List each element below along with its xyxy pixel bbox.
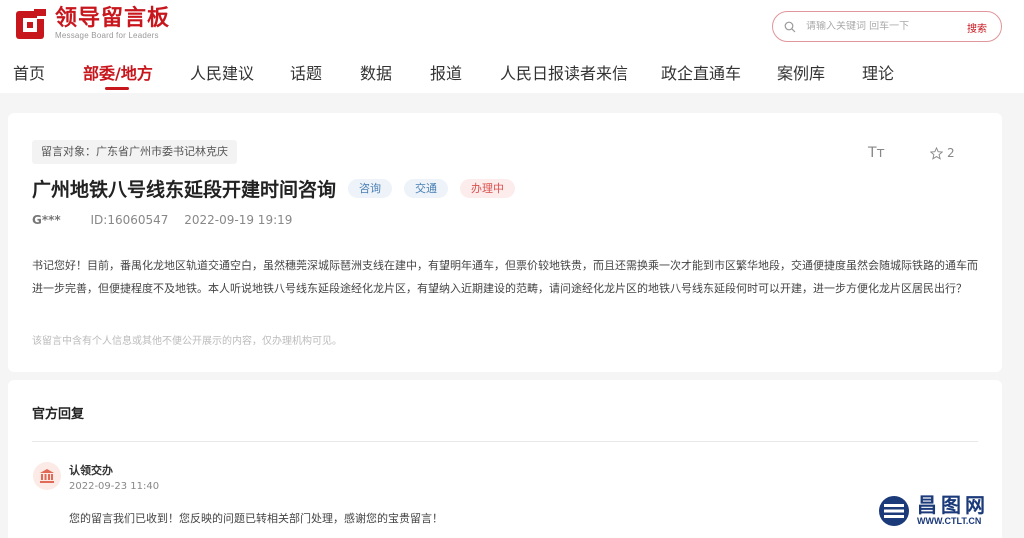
reply-text: 您的留言我们已收到！您反映的问题已转相关部门处理，感谢您的宝贵留言！ (69, 512, 443, 525)
reply-card: 官方回复 认领交办 2022-09-23 11:40 您的留言我们已收到！您反映… (8, 380, 1002, 538)
watermark-url: WWW.CTLT.CN (917, 516, 982, 526)
nav-item-theory[interactable]: 理论 (862, 60, 894, 84)
message-target: 留言对象：广东省广州市委书记林克庆 (32, 140, 237, 164)
watermark-name: 昌图网 (917, 493, 989, 517)
nav-item-enterprise-express[interactable]: 政企直通车 (661, 60, 741, 84)
government-building-icon (40, 469, 54, 483)
privacy-notice: 该留言中含有个人信息或其他不便公开展示的内容，仅办理机构可见。 (32, 336, 342, 347)
logo-subtitle: Message Board for Leaders (55, 31, 159, 40)
logo-mark-icon (16, 9, 46, 39)
nav-item-reports[interactable]: 报道 (430, 60, 462, 84)
title-row: 广州地铁八号线东延段开建时间咨询 咨询 交通 办理中 (32, 175, 516, 202)
nav-item-case-library[interactable]: 案例库 (777, 60, 825, 84)
search-input[interactable] (806, 21, 946, 32)
divider (32, 441, 978, 442)
tag-consult: 咨询 (348, 179, 393, 198)
message-body: 书记您好！目前，番禺化龙地区轨道交通空白，虽然穗莞深城际琶洲支线在建中，有望明年… (32, 259, 978, 295)
star-icon (930, 146, 943, 160)
search-icon (784, 21, 796, 32)
top-header: 领导留言板 Message Board for Leaders 搜索 首页 部委… (0, 0, 1024, 93)
nav-item-ministries-local[interactable]: 部委/地方 (83, 60, 153, 84)
site-logo[interactable]: 领导留言板 Message Board for Leaders (14, 7, 170, 41)
font-size-icon[interactable]: Tт (868, 145, 885, 161)
watermark-logo-icon (879, 495, 909, 526)
avatar (33, 462, 61, 490)
reply-datetime: 2022-09-23 11:40 (69, 481, 160, 492)
logo-title: 领导留言板 (55, 6, 171, 31)
nav-item-data[interactable]: 数据 (360, 60, 392, 84)
watermark: 昌图网 WWW.CTLT.CN (878, 494, 989, 527)
favorite-count: 2 (947, 146, 955, 160)
message-author: G*** (32, 213, 61, 227)
nav-item-topics[interactable]: 话题 (290, 60, 322, 84)
nav-item-people-suggestions[interactable]: 人民建议 (190, 60, 254, 84)
status-badge: 办理中 (460, 179, 516, 198)
message-meta: G*** ID:16060547 2022-09-19 19:19 (32, 213, 304, 227)
message-title: 广州地铁八号线东延段开建时间咨询 (32, 179, 337, 201)
nav-item-readers-letters[interactable]: 人民日报读者来信 (500, 60, 628, 84)
search-box: 搜索 (772, 11, 1002, 42)
favorite-button[interactable]: 2 (930, 146, 955, 160)
nav-active-underline (105, 87, 129, 90)
message-id: ID:16060547 (90, 213, 169, 227)
replier-name: 认领交办 (69, 464, 113, 477)
message-card: 留言对象：广东省广州市委书记林克庆 Tт 2 广州地铁八号线东延段开建时间咨询 … (8, 113, 1002, 372)
nav-item-home[interactable]: 首页 (13, 60, 45, 84)
main-nav: 首页 部委/地方 人民建议 话题 数据 报道 人民日报读者来信 政企直通车 案例… (0, 57, 1024, 93)
tag-traffic: 交通 (404, 179, 449, 198)
reply-section-title: 官方回复 (32, 407, 85, 422)
message-datetime: 2022-09-19 19:19 (184, 213, 293, 227)
search-button[interactable]: 搜索 (967, 20, 987, 35)
